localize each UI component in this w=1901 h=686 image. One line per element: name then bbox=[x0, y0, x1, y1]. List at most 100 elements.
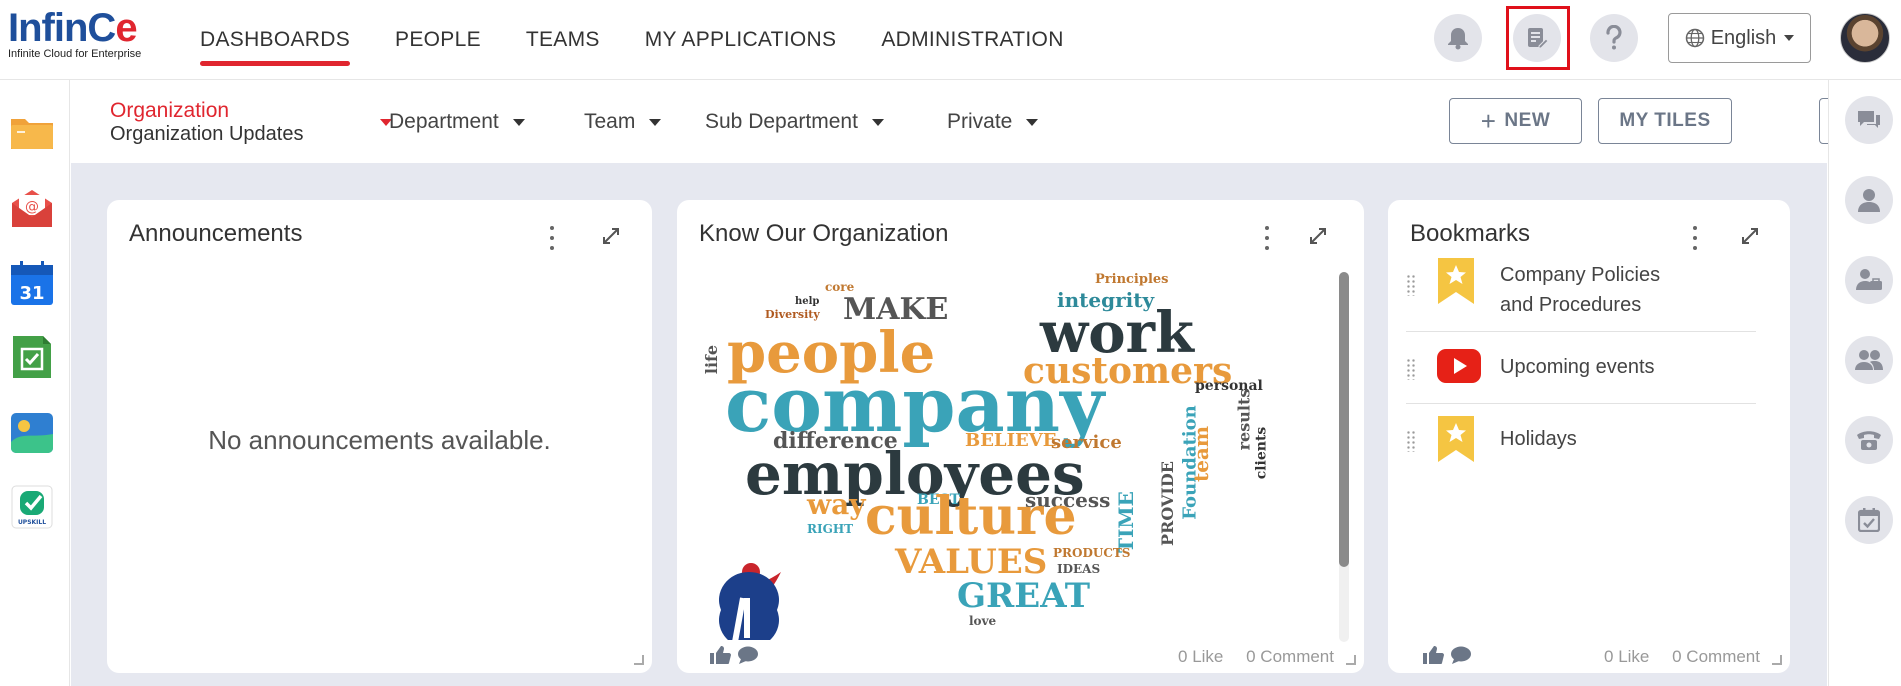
like-count[interactable]: 0 Like bbox=[1604, 647, 1649, 666]
call-button[interactable] bbox=[1845, 416, 1893, 464]
notifications-button[interactable] bbox=[1434, 14, 1482, 62]
know-our-organization-card: Know Our Organization core help Diversit… bbox=[677, 200, 1364, 673]
drag-handle-icon[interactable] bbox=[1406, 430, 1416, 452]
question-icon bbox=[1606, 25, 1622, 50]
drag-handle-icon[interactable] bbox=[1406, 358, 1416, 380]
bookmark-item[interactable]: Company Policies and Procedures bbox=[1406, 248, 1756, 332]
word-cloud-image: core help Diversity MAKE Principles inte… bbox=[695, 270, 1315, 640]
like-icon[interactable] bbox=[709, 645, 731, 665]
nav-dashboards[interactable]: DASHBOARDS bbox=[200, 0, 351, 80]
team-dropdown[interactable]: Team bbox=[584, 81, 662, 163]
events-button[interactable] bbox=[1845, 496, 1893, 544]
card-title: Bookmarks bbox=[1410, 220, 1531, 247]
cloud-word: way bbox=[807, 488, 866, 521]
drag-handle-icon[interactable] bbox=[1406, 274, 1416, 296]
cloud-word: clients bbox=[1253, 426, 1270, 480]
team-button[interactable] bbox=[1845, 336, 1893, 384]
scrollbar[interactable] bbox=[1339, 272, 1349, 642]
nav-administration[interactable]: ADMINISTRATION bbox=[881, 0, 1063, 80]
empty-announcements-message: No announcements available. bbox=[208, 425, 551, 455]
infince-logo[interactable]: InfinCe Infinite Cloud for Enterprise bbox=[8, 6, 153, 70]
cloud-word: culture bbox=[865, 486, 1077, 547]
department-dropdown[interactable]: Department bbox=[389, 81, 525, 163]
top-bar: InfinCe Infinite Cloud for Enterprise DA… bbox=[0, 0, 1901, 80]
nav-my-applications[interactable]: MY APPLICATIONS bbox=[645, 0, 837, 80]
announcements-card: Announcements No announcements available… bbox=[107, 200, 652, 673]
private-dropdown[interactable]: Private bbox=[947, 81, 1039, 163]
cloud-word: IDEAS bbox=[1057, 562, 1101, 576]
bookmark-label: Company Policies and Procedures bbox=[1500, 264, 1661, 316]
calendar-check-icon bbox=[1858, 508, 1880, 532]
more-vertical-icon[interactable] bbox=[1262, 226, 1272, 250]
user-tie-icon bbox=[1856, 269, 1882, 290]
engagement-stats: 0 Like 0 Comment bbox=[1160, 647, 1334, 667]
app-sidebar: @ 31 UPSKILL bbox=[0, 80, 70, 686]
bookmark-label: Holidays bbox=[1500, 428, 1577, 450]
star-bookmark-icon bbox=[1438, 416, 1474, 462]
my-tiles-button[interactable]: MY TILES bbox=[1598, 98, 1732, 144]
svg-text:@: @ bbox=[25, 199, 39, 215]
globe-icon bbox=[1685, 28, 1704, 48]
chevron-down-icon bbox=[871, 118, 884, 126]
upskill-app[interactable]: UPSKILL bbox=[9, 484, 55, 530]
chat-button[interactable] bbox=[1845, 96, 1893, 144]
star-bookmark-icon bbox=[1438, 258, 1474, 304]
nav-people[interactable]: PEOPLE bbox=[395, 0, 481, 80]
cloud-word: PRODUCTS bbox=[1053, 546, 1131, 560]
comment-count[interactable]: 0 Comment bbox=[1246, 647, 1334, 666]
more-vertical-icon[interactable] bbox=[1690, 226, 1700, 250]
scrollbar-thumb[interactable] bbox=[1339, 272, 1349, 567]
profile-button[interactable] bbox=[1845, 176, 1893, 224]
bookmarks-card: Bookmarks Company Policies and Procedures… bbox=[1388, 200, 1790, 673]
plus-icon: + bbox=[1480, 106, 1497, 136]
expand-icon[interactable] bbox=[601, 226, 621, 246]
manager-button[interactable] bbox=[1845, 256, 1893, 304]
logo-subtitle: Infinite Cloud for Enterprise bbox=[8, 48, 142, 60]
mail-app[interactable]: @ bbox=[9, 186, 55, 232]
gallery-icon bbox=[11, 413, 53, 453]
comment-icon[interactable] bbox=[1450, 645, 1472, 665]
card-title: Announcements bbox=[129, 220, 303, 247]
resize-handle[interactable] bbox=[1346, 655, 1356, 665]
organization-dropdown[interactable]: Organization Organization Updates bbox=[110, 99, 392, 149]
cloud-word: TIME bbox=[1113, 491, 1138, 553]
bookmark-item[interactable]: Holidays bbox=[1406, 404, 1756, 476]
chevron-down-icon bbox=[649, 118, 662, 126]
more-vertical-icon[interactable] bbox=[547, 226, 557, 250]
nav-teams[interactable]: TEAMS bbox=[526, 0, 600, 80]
like-icon[interactable] bbox=[1422, 645, 1444, 665]
upskill-icon: UPSKILL bbox=[11, 485, 53, 529]
folder-app[interactable] bbox=[9, 110, 55, 156]
resize-handle[interactable] bbox=[1772, 655, 1782, 665]
comment-count[interactable]: 0 Comment bbox=[1672, 647, 1760, 666]
main-nav: DASHBOARDS PEOPLE TEAMS MY APPLICATIONS … bbox=[200, 0, 1109, 80]
new-button[interactable]: + NEW bbox=[1449, 98, 1582, 144]
card-title: Know Our Organization bbox=[699, 220, 949, 247]
user-avatar[interactable] bbox=[1840, 13, 1890, 63]
dashboard-subnav: Organization Organization Updates Depart… bbox=[71, 81, 1865, 163]
cloud-word: PROVIDE bbox=[1157, 461, 1177, 546]
bookmark-item[interactable]: Upcoming events bbox=[1406, 332, 1756, 404]
comment-icon[interactable] bbox=[737, 645, 759, 665]
chevron-down-icon bbox=[512, 118, 525, 126]
calendar-icon: 31 bbox=[11, 261, 53, 305]
gallery-app[interactable] bbox=[9, 410, 55, 456]
cloud-word: GREAT bbox=[957, 576, 1091, 616]
svg-text:UPSKILL: UPSKILL bbox=[18, 519, 46, 526]
folder-icon bbox=[11, 119, 53, 149]
help-button[interactable] bbox=[1590, 14, 1638, 62]
expand-icon[interactable] bbox=[1308, 226, 1328, 246]
resize-handle[interactable] bbox=[634, 655, 644, 665]
logo-wordmark: InfinCe bbox=[8, 6, 138, 50]
language-select[interactable]: English bbox=[1668, 13, 1811, 63]
like-count[interactable]: 0 Like bbox=[1178, 647, 1223, 666]
calendar-app[interactable]: 31 bbox=[9, 260, 55, 306]
sub-department-dropdown[interactable]: Sub Department bbox=[705, 81, 884, 163]
engagement-stats: 0 Like 0 Comment bbox=[1586, 647, 1760, 667]
cloud-word: life bbox=[702, 344, 722, 375]
expand-icon[interactable] bbox=[1740, 226, 1760, 246]
chat-icon bbox=[1858, 111, 1880, 128]
new-button-label: NEW bbox=[1504, 110, 1551, 131]
organization-selected: Organization Updates bbox=[110, 123, 304, 145]
tasks-app[interactable] bbox=[9, 334, 55, 380]
